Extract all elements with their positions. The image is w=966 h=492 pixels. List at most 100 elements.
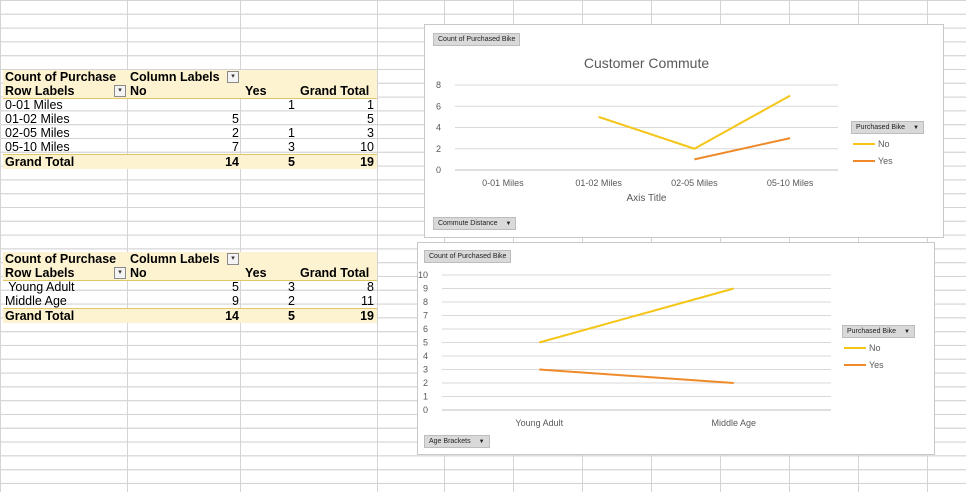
cell-yes: 1 bbox=[288, 98, 295, 112]
cell-no bbox=[153, 98, 239, 112]
series-line-yes bbox=[694, 137, 791, 161]
row-label: Middle Age bbox=[5, 294, 67, 308]
axis-field-label: Commute Distance bbox=[438, 220, 498, 227]
series-line-no bbox=[538, 287, 735, 344]
row-sort-dropdown-icon[interactable]: ▾ bbox=[114, 267, 126, 279]
pivot-row-labels[interactable]: Row Labels bbox=[5, 84, 74, 98]
row-label: 0-01 Miles bbox=[5, 98, 63, 112]
value-field-button[interactable]: Count of Purchased Bike bbox=[424, 250, 512, 263]
pivot-labels-row: Row Labels ▾ No Yes Grand Total bbox=[3, 266, 377, 281]
column-filter-dropdown-icon[interactable]: ▾ bbox=[227, 71, 239, 83]
series-line-no bbox=[598, 94, 791, 150]
column-filter-dropdown-icon[interactable]: ▾ bbox=[227, 253, 239, 265]
pivot-labels-row: Row Labels ▾ No Yes Grand Total bbox=[3, 84, 377, 99]
col-header-yes: Yes bbox=[245, 266, 267, 280]
legend-entry: No bbox=[869, 343, 881, 353]
grand-total-label: Grand Total bbox=[5, 309, 75, 323]
cell-no: 2 bbox=[232, 126, 239, 140]
x-tick-label: Young Adult bbox=[515, 418, 563, 428]
pivot-column-labels[interactable]: Column Labels bbox=[130, 252, 220, 266]
y-tick-label: 7 bbox=[423, 311, 428, 321]
cell-yes bbox=[243, 112, 295, 126]
cell-yes: 1 bbox=[288, 126, 295, 140]
pivot-grand-total-row[interactable]: Grand Total 14 5 19 bbox=[3, 308, 377, 323]
pivot-row[interactable]: 01-02 Miles 5 5 bbox=[3, 112, 377, 126]
row-label: 02-05 Miles bbox=[5, 126, 70, 140]
row-label: 01-02 Miles bbox=[5, 112, 70, 126]
y-tick-label: 10 bbox=[418, 270, 428, 280]
axis-field-button[interactable]: Commute Distance ▼ bbox=[433, 217, 517, 230]
y-tick-label: 6 bbox=[423, 324, 428, 334]
grand-total-no: 14 bbox=[225, 309, 239, 323]
grand-total-no: 14 bbox=[225, 155, 239, 169]
y-tick-label: 2 bbox=[436, 144, 441, 154]
axis-field-button[interactable]: Age Brackets ▼ bbox=[424, 435, 490, 448]
row-sort-dropdown-icon[interactable]: ▾ bbox=[114, 85, 126, 97]
grand-total-yes: 5 bbox=[288, 309, 295, 323]
pivot-grand-total-row[interactable]: Grand Total 14 5 19 bbox=[3, 154, 377, 169]
axis-field-label: Age Brackets bbox=[429, 438, 471, 445]
legend-entry: Yes bbox=[878, 156, 893, 166]
grand-total-label: Grand Total bbox=[5, 155, 75, 169]
row-label: Young Adult bbox=[5, 280, 75, 294]
y-tick-label: 0 bbox=[423, 405, 428, 415]
pivot-header-row: Count of Purchase Column Labels ▾ bbox=[3, 70, 377, 84]
pivot-row-labels[interactable]: Row Labels bbox=[5, 266, 74, 280]
cell-total: 11 bbox=[361, 294, 374, 308]
dropdown-arrow-icon: ▼ bbox=[505, 221, 512, 227]
pivot-value-field[interactable]: Count of Purchase bbox=[5, 70, 116, 84]
dropdown-arrow-icon: ▼ bbox=[478, 439, 485, 445]
chart-title: Customer Commute bbox=[584, 55, 709, 71]
col-header-grand-total: Grand Total bbox=[300, 266, 370, 280]
y-tick-label: 1 bbox=[423, 392, 428, 402]
y-tick-label: 2 bbox=[423, 378, 428, 388]
col-header-no: No bbox=[130, 84, 147, 98]
series-line-yes bbox=[539, 368, 734, 384]
row-label: 05-10 Miles bbox=[5, 140, 70, 154]
y-tick-label: 0 bbox=[436, 165, 441, 175]
col-header-grand-total: Grand Total bbox=[300, 84, 370, 98]
dropdown-arrow-icon: ▼ bbox=[913, 125, 919, 131]
x-tick-label: 01-02 Miles bbox=[575, 178, 622, 188]
y-tick-label: 8 bbox=[423, 297, 428, 307]
cell-no: 7 bbox=[232, 140, 239, 154]
legend-entry: Yes bbox=[869, 360, 884, 370]
cell-no: 5 bbox=[232, 112, 239, 126]
y-tick-label: 3 bbox=[423, 365, 428, 375]
col-header-yes: Yes bbox=[245, 84, 267, 98]
cell-no: 9 bbox=[232, 294, 239, 308]
value-field-button[interactable]: Count of Purchased Bike bbox=[433, 33, 521, 46]
pivot-chart-commute[interactable]: Count of Purchased Bike Commute Distance… bbox=[424, 24, 944, 238]
pivot-row[interactable]: 02-05 Miles 2 1 3 bbox=[3, 126, 377, 140]
x-axis-title: Axis Title bbox=[626, 193, 666, 204]
pivot-chart-age[interactable]: Count of Purchased Bike Age Brackets ▼ Pu… bbox=[417, 242, 935, 455]
grand-total-total: 19 bbox=[360, 309, 374, 323]
pivot-value-field[interactable]: Count of Purchase bbox=[5, 252, 116, 266]
x-tick-label: Middle Age bbox=[711, 418, 756, 428]
chart-plot: 0 1 2 3 4 5 6 7 8 9 10 Young Adult Middle Age No Yes bbox=[418, 270, 884, 428]
cell-total: 10 bbox=[360, 140, 374, 154]
pivot-row[interactable]: Middle Age 9 2 11 bbox=[3, 294, 377, 308]
col-header-no: No bbox=[130, 266, 147, 280]
cell-total: 1 bbox=[367, 98, 374, 112]
cell-total: 8 bbox=[367, 280, 374, 294]
pivot-row[interactable]: 05-10 Miles 7 3 10 bbox=[3, 140, 377, 154]
pivot-row[interactable]: Young Adult 5 3 8 bbox=[3, 280, 377, 294]
pivot-header-row: Count of Purchase Column Labels ▾ bbox=[3, 252, 377, 266]
cell-yes: 2 bbox=[288, 294, 295, 308]
x-tick-label: 02-05 Miles bbox=[671, 178, 718, 188]
pivot-row[interactable]: 0-01 Miles 1 1 bbox=[3, 98, 377, 112]
legend-entry: No bbox=[878, 139, 890, 149]
pivot-column-labels[interactable]: Column Labels bbox=[130, 70, 220, 84]
y-tick-label: 5 bbox=[423, 338, 428, 348]
grand-total-total: 19 bbox=[360, 155, 374, 169]
cell-yes: 3 bbox=[288, 280, 295, 294]
x-tick-label: 0-01 Miles bbox=[482, 178, 524, 188]
legend-field-button[interactable]: Purchased Bike ▼ bbox=[851, 121, 924, 134]
cell-yes: 3 bbox=[288, 140, 295, 154]
grand-total-yes: 5 bbox=[288, 155, 295, 169]
y-tick-label: 6 bbox=[436, 101, 441, 111]
y-tick-label: 4 bbox=[436, 123, 441, 133]
legend-field-button[interactable]: Purchased Bike ▼ bbox=[842, 325, 915, 338]
y-tick-label: 9 bbox=[423, 284, 428, 294]
